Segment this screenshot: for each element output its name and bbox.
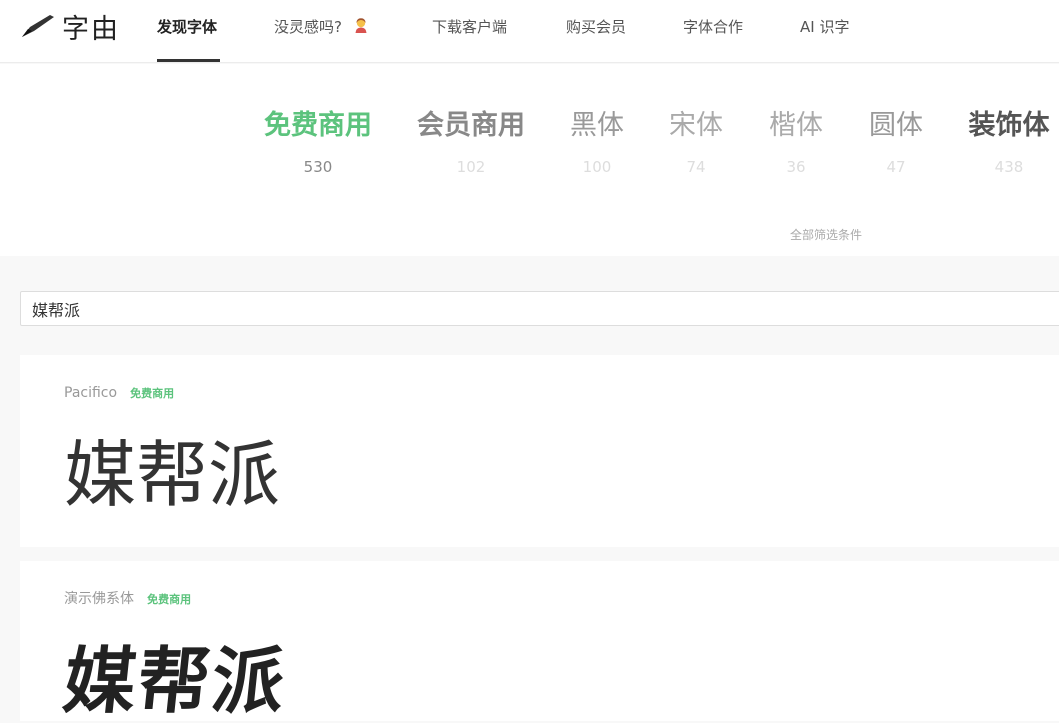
nav-font-cooperation[interactable]: 字体合作 [683, 0, 743, 62]
nav-discover-fonts[interactable]: 发现字体 [157, 0, 217, 62]
category-kaiti[interactable]: 楷体 36 [767, 108, 825, 176]
category-songti[interactable]: 宋体 74 [667, 108, 725, 176]
category-label: 圆体 [869, 110, 923, 141]
preview-text-input[interactable] [20, 291, 1059, 326]
category-count: 74 [686, 158, 706, 176]
active-tab-indicator [157, 59, 220, 62]
all-filters-link[interactable]: 全部筛选条件 [790, 226, 862, 243]
logo[interactable]: 字由 [20, 8, 120, 45]
category-label: 免费商用 [264, 110, 372, 141]
person-emoji-icon [353, 1, 369, 55]
nav-ai-recognition[interactable]: AI 识字 [800, 0, 849, 62]
category-decorative[interactable]: 装饰体 438 [965, 108, 1053, 176]
font-name[interactable]: Pacifico [64, 385, 117, 401]
brush-pen-icon [20, 13, 56, 39]
category-heiti[interactable]: 黑体 100 [568, 108, 626, 176]
category-count: 102 [456, 158, 486, 176]
category-filter-band: 免费商用 530 会员商用 102 黑体 100 宋体 74 楷体 36 圆体 … [0, 64, 1059, 256]
free-commercial-badge: 免费商用 [147, 593, 192, 606]
category-member-commercial[interactable]: 会员商用 102 [415, 108, 527, 176]
font-card[interactable]: 演示佛系体 免费商用 媒帮派 [20, 561, 1059, 723]
nav-no-inspiration-label: 没灵感吗? [274, 18, 342, 36]
font-card-header: Pacifico 免费商用 [64, 382, 174, 401]
font-sample-preview: 媒帮派 [64, 433, 281, 517]
category-count: 438 [994, 158, 1024, 176]
category-free-commercial[interactable]: 免费商用 530 [263, 108, 373, 176]
category-count: 530 [303, 158, 333, 176]
free-commercial-badge: 免费商用 [130, 387, 175, 400]
category-label: 会员商用 [417, 110, 525, 141]
category-label: 黑体 [570, 110, 624, 141]
category-yuanti[interactable]: 圆体 47 [867, 108, 925, 176]
nav-buy-membership[interactable]: 购买会员 [566, 0, 626, 62]
top-nav-bar: 字由 发现字体 没灵感吗? 下载客户端 购买会员 字体合作 AI 识字 [0, 0, 1059, 63]
category-label: 装饰体 [968, 110, 1050, 141]
category-count: 36 [786, 158, 806, 176]
font-sample-preview: 媒帮派 [59, 638, 291, 723]
font-card[interactable]: Pacifico 免费商用 媒帮派 [20, 355, 1059, 547]
category-label: 楷体 [769, 110, 823, 141]
logo-text: 字由 [62, 13, 120, 45]
font-card-header: 演示佛系体 免费商用 [64, 588, 191, 608]
nav-download-client[interactable]: 下载客户端 [432, 0, 507, 62]
category-count: 100 [582, 158, 612, 176]
font-name[interactable]: 演示佛系体 [64, 591, 134, 607]
category-count: 47 [886, 158, 906, 176]
category-label: 宋体 [669, 110, 723, 141]
nav-no-inspiration[interactable]: 没灵感吗? [274, 0, 369, 62]
